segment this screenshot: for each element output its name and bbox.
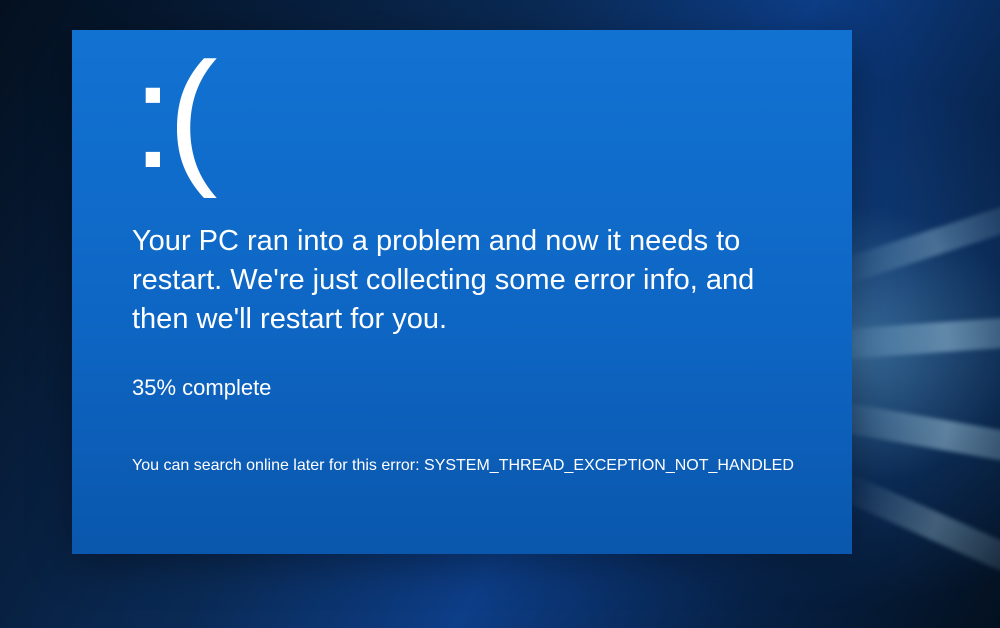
light-ray-icon (827, 400, 1000, 475)
footer-prefix: You can search online later for this err… (132, 457, 424, 474)
error-message: Your PC ran into a problem and now it ne… (132, 222, 772, 339)
progress-text: 35% complete (132, 375, 802, 401)
bsod-panel: :( Your PC ran into a problem and now it… (72, 30, 852, 554)
sad-face-icon: :( (132, 40, 802, 190)
light-ray-icon (834, 471, 1000, 590)
light-ray-icon (836, 193, 1000, 286)
error-code: SYSTEM_THREAD_EXCEPTION_NOT_HANDLED (424, 457, 794, 474)
error-footer: You can search online later for this err… (132, 457, 802, 475)
light-ray-icon (829, 312, 1000, 360)
